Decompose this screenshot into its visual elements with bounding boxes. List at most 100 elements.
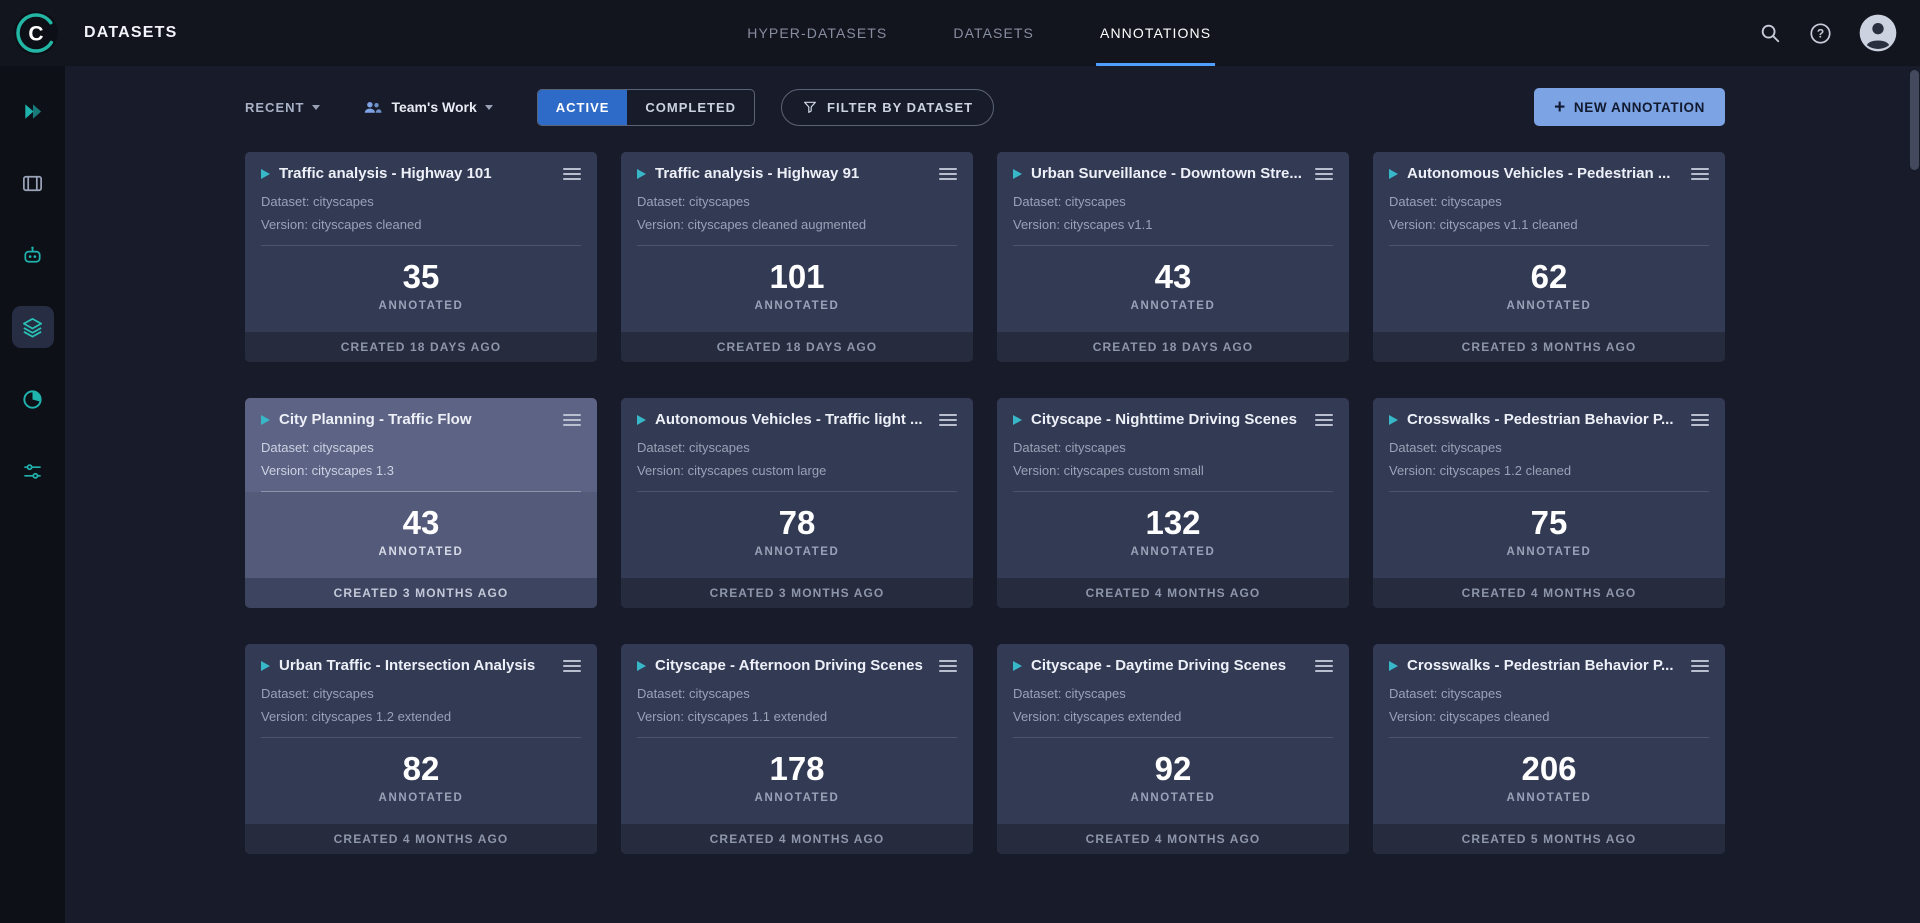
card-title: Traffic analysis - Highway 91: [655, 165, 929, 182]
card-title: Crosswalks - Pedestrian Behavior P...: [1407, 411, 1681, 428]
play-icon: [1389, 661, 1398, 671]
top-tabs: HYPER-DATASETS DATASETS ANNOTATIONS: [743, 0, 1215, 66]
toggle-completed[interactable]: COMPLETED: [627, 90, 754, 125]
card-header: Cityscape - Daytime Driving Scenes: [1013, 657, 1333, 674]
card-dataset: Dataset: cityscapes: [637, 686, 957, 701]
card-version: Version: cityscapes v1.1 cleaned: [1389, 217, 1709, 246]
card-menu-icon[interactable]: [939, 659, 957, 673]
card-menu-icon[interactable]: [1691, 167, 1709, 181]
top-tab[interactable]: HYPER-DATASETS: [743, 0, 891, 66]
svg-text:C: C: [28, 23, 43, 46]
play-icon: [1013, 169, 1022, 179]
annotation-card[interactable]: Autonomous Vehicles - Traffic light ... …: [621, 398, 973, 608]
play-icon: [637, 415, 646, 425]
annotation-card[interactable]: Cityscape - Afternoon Driving Scenes Dat…: [621, 644, 973, 854]
card-header: Crosswalks - Pedestrian Behavior P...: [1389, 411, 1709, 428]
annotated-label: ANNOTATED: [1131, 792, 1216, 804]
card-created: CREATED 3 MONTHS AGO: [1373, 332, 1725, 362]
annotated-label: ANNOTATED: [755, 300, 840, 312]
top-tab[interactable]: ANNOTATIONS: [1096, 0, 1215, 66]
card-menu-icon[interactable]: [939, 413, 957, 427]
card-count-block: 101 ANNOTATED: [621, 246, 973, 332]
card-dataset: Dataset: cityscapes: [1013, 440, 1333, 455]
card-header: Traffic analysis - Highway 91: [637, 165, 957, 182]
help-icon[interactable]: ?: [1808, 21, 1832, 45]
card-top: Cityscape - Daytime Driving Scenes Datas…: [997, 644, 1349, 738]
toggle-active[interactable]: ACTIVE: [538, 90, 628, 125]
annotation-card[interactable]: Urban Traffic - Intersection Analysis Da…: [245, 644, 597, 854]
fast-forward-icon: [21, 100, 44, 123]
card-title: Cityscape - Daytime Driving Scenes: [1031, 657, 1305, 674]
play-icon: [261, 415, 270, 425]
card-dataset: Dataset: cityscapes: [1013, 686, 1333, 701]
card-menu-icon[interactable]: [1691, 413, 1709, 427]
new-annotation-button[interactable]: + NEW ANNOTATION: [1534, 88, 1725, 126]
annotation-card[interactable]: City Planning - Traffic Flow Dataset: ci…: [245, 398, 597, 608]
annotation-card[interactable]: Urban Surveillance - Downtown Stre... Da…: [997, 152, 1349, 362]
app-logo[interactable]: C: [14, 11, 58, 55]
sidebar-item-projects[interactable]: [12, 90, 54, 132]
card-created: CREATED 3 MONTHS AGO: [245, 578, 597, 608]
play-icon: [261, 661, 270, 671]
annotated-count: 43: [403, 504, 440, 542]
play-icon: [261, 169, 270, 179]
card-menu-icon[interactable]: [1315, 659, 1333, 673]
card-created: CREATED 18 DAYS AGO: [997, 332, 1349, 362]
sort-label: RECENT: [245, 100, 304, 115]
chevron-down-icon: [485, 105, 493, 110]
card-created: CREATED 4 MONTHS AGO: [621, 824, 973, 854]
annotated-label: ANNOTATED: [1131, 546, 1216, 558]
annotated-count: 75: [1531, 504, 1568, 542]
state-toggle: ACTIVE COMPLETED: [537, 89, 755, 126]
play-icon: [1013, 661, 1022, 671]
card-title: Autonomous Vehicles - Pedestrian ...: [1407, 165, 1681, 182]
annotation-card[interactable]: Traffic analysis - Highway 101 Dataset: …: [245, 152, 597, 362]
card-version: Version: cityscapes custom large: [637, 463, 957, 492]
scope-dropdown[interactable]: Team's Work: [362, 97, 492, 118]
card-menu-icon[interactable]: [1691, 659, 1709, 673]
top-tab[interactable]: DATASETS: [949, 0, 1038, 66]
annotation-card[interactable]: Cityscape - Daytime Driving Scenes Datas…: [997, 644, 1349, 854]
card-header: Cityscape - Nighttime Driving Scenes: [1013, 411, 1333, 428]
search-icon[interactable]: [1758, 21, 1782, 45]
annotated-count: 43: [1155, 258, 1192, 296]
sidebar-item-frames[interactable]: [12, 162, 54, 204]
annotation-card[interactable]: Crosswalks - Pedestrian Behavior P... Da…: [1373, 398, 1725, 608]
annotation-card[interactable]: Crosswalks - Pedestrian Behavior P... Da…: [1373, 644, 1725, 854]
user-avatar-icon[interactable]: [1858, 13, 1898, 53]
card-menu-icon[interactable]: [939, 167, 957, 181]
scrollbar-thumb[interactable]: [1910, 70, 1919, 170]
card-created: CREATED 4 MONTHS AGO: [997, 578, 1349, 608]
card-menu-icon[interactable]: [1315, 413, 1333, 427]
annotation-card[interactable]: Autonomous Vehicles - Pedestrian ... Dat…: [1373, 152, 1725, 362]
new-annotation-label: NEW ANNOTATION: [1574, 100, 1705, 115]
card-top: Traffic analysis - Highway 91 Dataset: c…: [621, 152, 973, 246]
sidebar-item-pipelines[interactable]: [12, 450, 54, 492]
card-count-block: 43 ANNOTATED: [997, 246, 1349, 332]
team-icon: [362, 97, 383, 118]
card-menu-icon[interactable]: [563, 413, 581, 427]
annotated-label: ANNOTATED: [1507, 792, 1592, 804]
card-title: City Planning - Traffic Flow: [279, 411, 553, 428]
annotation-card[interactable]: Cityscape - Nighttime Driving Scenes Dat…: [997, 398, 1349, 608]
annotation-card[interactable]: Traffic analysis - Highway 91 Dataset: c…: [621, 152, 973, 362]
card-menu-icon[interactable]: [563, 659, 581, 673]
annotations-grid: Traffic analysis - Highway 101 Dataset: …: [245, 152, 1725, 854]
card-menu-icon[interactable]: [1315, 167, 1333, 181]
annotated-count: 92: [1155, 750, 1192, 788]
sidebar-item-datasets[interactable]: [12, 306, 54, 348]
card-version: Version: cityscapes cleaned: [261, 217, 581, 246]
card-count-block: 78 ANNOTATED: [621, 492, 973, 578]
sort-dropdown[interactable]: RECENT: [245, 100, 320, 115]
card-header: Autonomous Vehicles - Pedestrian ...: [1389, 165, 1709, 182]
card-version: Version: cityscapes 1.3: [261, 463, 581, 492]
annotated-count: 206: [1521, 750, 1576, 788]
card-version: Version: cityscapes 1.2 cleaned: [1389, 463, 1709, 492]
filter-by-dataset-button[interactable]: FILTER BY DATASET: [781, 89, 994, 126]
card-menu-icon[interactable]: [563, 167, 581, 181]
card-count-block: 75 ANNOTATED: [1373, 492, 1725, 578]
sidebar-item-reports[interactable]: [12, 378, 54, 420]
play-icon: [1013, 415, 1022, 425]
filter-icon: [802, 99, 818, 115]
sidebar-item-automation[interactable]: [12, 234, 54, 276]
